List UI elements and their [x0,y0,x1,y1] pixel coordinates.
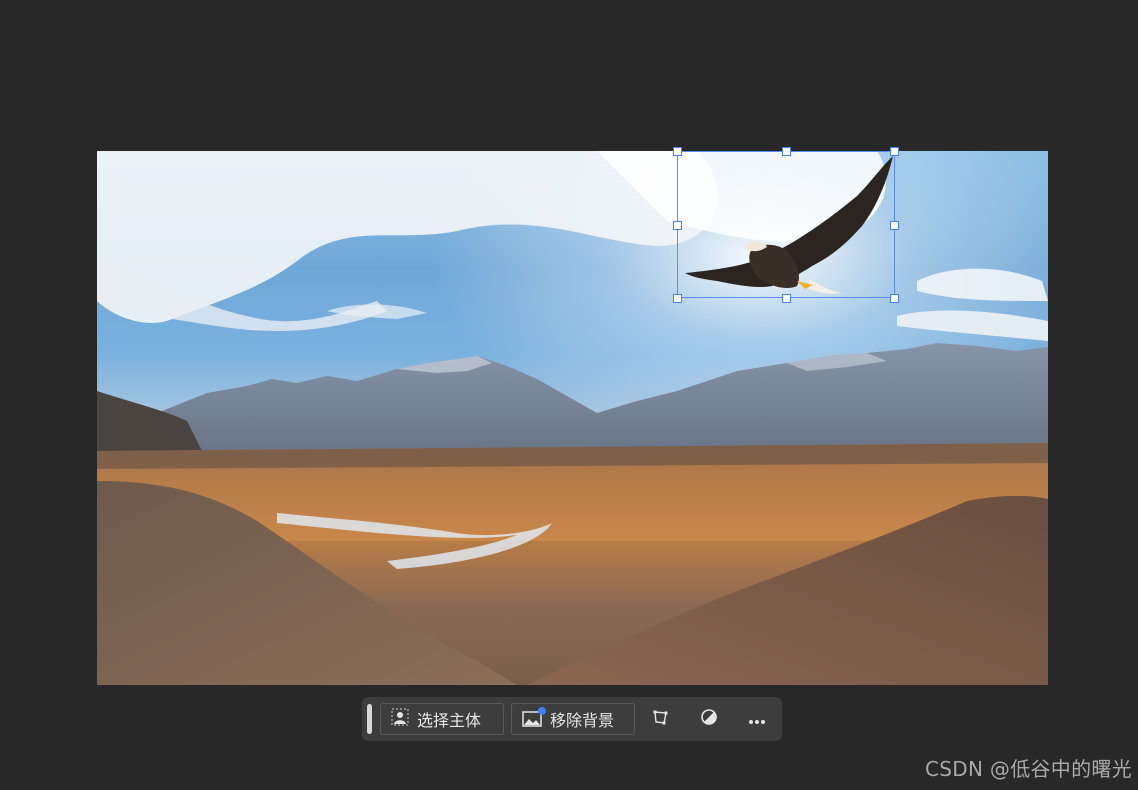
more-options-button[interactable] [741,703,773,735]
watermark-text: CSDN @低谷中的曙光 [925,757,1132,781]
transform-icon [652,708,670,730]
remove-background-label: 移除背景 [550,711,615,730]
person-select-icon [391,708,409,730]
select-subject-label: 选择主体 [417,711,482,730]
resize-handle-top-left[interactable] [673,147,682,156]
notification-dot [538,707,546,715]
resize-handle-top[interactable] [782,147,791,156]
resize-handle-bottom-left[interactable] [673,294,682,303]
resize-handle-bottom[interactable] [782,294,791,303]
drag-grip-handle[interactable] [367,704,372,734]
resize-handle-bottom-right[interactable] [890,294,899,303]
canvas-image[interactable] [97,151,1048,685]
landscape-artwork [97,151,1048,685]
contrast-icon [700,708,718,730]
more-icon [748,710,766,729]
image-remove-bg-icon [522,707,546,728]
adjustment-button[interactable] [693,703,725,735]
resize-handle-right[interactable] [890,221,899,230]
contextual-task-bar: 选择主体 移除背景 [362,697,782,741]
select-subject-button[interactable]: 选择主体 [380,703,504,735]
remove-background-button[interactable]: 移除背景 [511,703,635,735]
transform-button[interactable] [645,703,677,735]
resize-handle-left[interactable] [673,221,682,230]
resize-handle-top-right[interactable] [890,147,899,156]
